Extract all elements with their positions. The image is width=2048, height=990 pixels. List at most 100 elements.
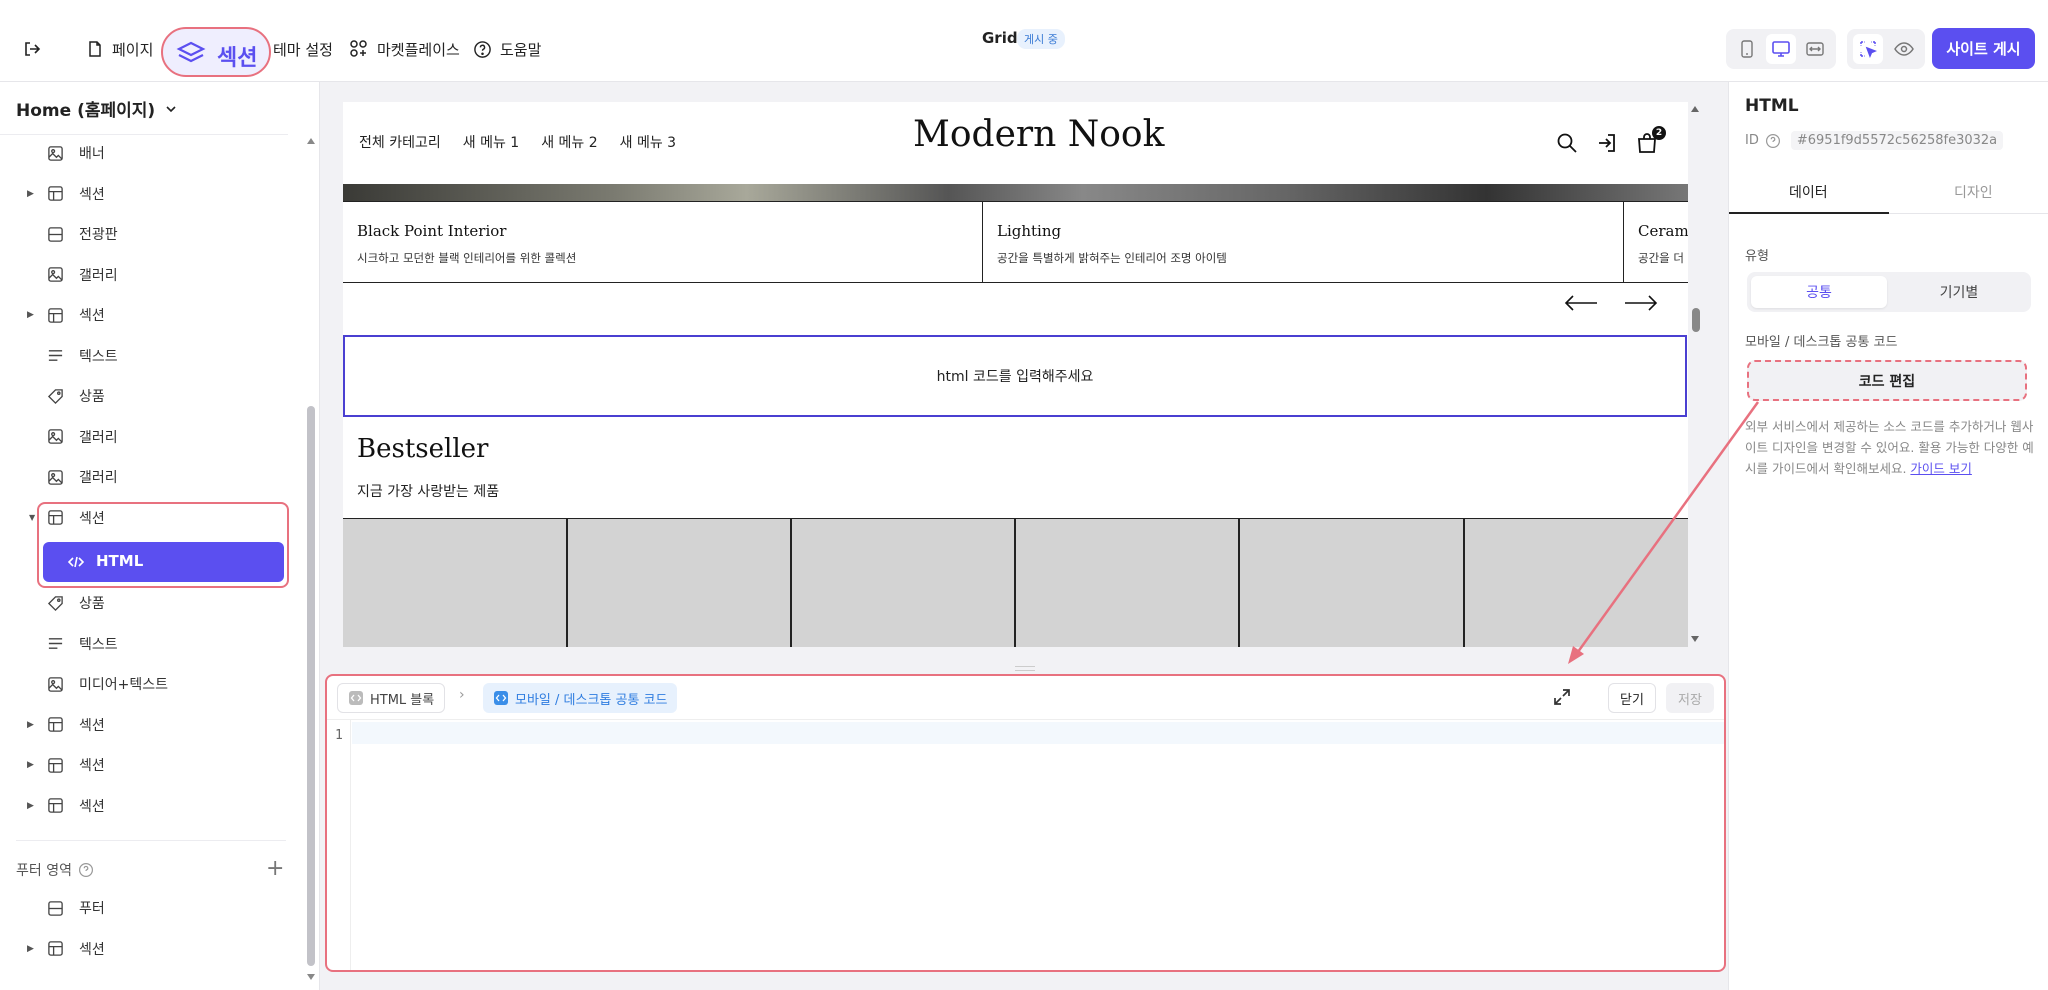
preview-scrollbar[interactable]: [1688, 102, 1702, 647]
eye-icon: [1894, 42, 1914, 56]
publish-site-button[interactable]: 사이트 게시: [1932, 28, 2035, 69]
layout-icon: [46, 185, 64, 203]
category-card[interactable]: Ceramic 공간을 더: [1624, 202, 1688, 282]
page-menu-label: 페이지: [112, 40, 154, 59]
page-menu-button[interactable]: 페이지: [86, 34, 153, 64]
html-placeholder-text: html 코드를 입력해주세요: [936, 369, 1094, 385]
category-card[interactable]: Lighting 공간을 특별하게 밝혀주는 인테리어 조명 아이템: [983, 202, 1624, 282]
layer-item[interactable]: 미디어+텍스트: [0, 666, 288, 702]
breadcrumb-html-block[interactable]: HTML 블록: [337, 683, 446, 713]
card-subtitle: 시크하고 모던한 블랙 인테리어를 위한 콜렉션: [357, 251, 577, 265]
layer-item-label: 섹션: [79, 941, 105, 958]
preview-mode-button[interactable]: [1889, 34, 1919, 64]
nav-item[interactable]: 전체 카테고리: [359, 132, 441, 152]
layer-item[interactable]: 갤러리: [0, 257, 288, 293]
breadcrumb-common-code[interactable]: 모바일 / 데스크톱 공통 코드: [483, 683, 678, 713]
help-label: 도움말: [500, 40, 542, 59]
add-footer-section-button[interactable]: +: [266, 856, 284, 881]
search-icon[interactable]: [1556, 132, 1578, 154]
layer-item[interactable]: ▶ 섹션: [0, 707, 288, 743]
save-code-button[interactable]: 저장: [1666, 683, 1714, 713]
layer-item-label: 섹션: [79, 717, 105, 734]
close-editor-button[interactable]: 닫기: [1608, 683, 1656, 713]
footer-area-heading: 푸터 영역: [16, 860, 94, 880]
sidebar-scroll-thumb[interactable]: [307, 406, 315, 966]
layer-item-label: 갤러리: [79, 429, 118, 446]
tab-data[interactable]: 데이터: [1789, 182, 1828, 202]
tag-icon: [46, 594, 64, 612]
expand-icon[interactable]: [1552, 687, 1572, 707]
site-header-icons: [1556, 132, 1658, 154]
edit-code-button[interactable]: 코드 편집: [1747, 360, 2027, 401]
layer-item[interactable]: 전광판: [0, 216, 288, 252]
card-title: Black Point Interior: [357, 222, 507, 240]
tab-design[interactable]: 디자인: [1954, 182, 1993, 202]
layer-item[interactable]: 갤러리: [0, 419, 288, 455]
annotation-highlight: [37, 502, 289, 588]
category-card[interactable]: Black Point Interior 시크하고 모던한 블랙 인테리어를 위…: [343, 202, 983, 282]
type-label: 유형: [1745, 249, 1769, 264]
carousel-arrows: [1564, 294, 1658, 312]
guide-link[interactable]: 가이드 보기: [1910, 461, 1971, 476]
layer-item[interactable]: ▶ 섹션: [0, 788, 288, 824]
layer-item[interactable]: 배너: [0, 135, 288, 171]
type-common-option[interactable]: 공통: [1751, 276, 1887, 308]
layer-item-label: 푸터: [79, 901, 105, 917]
product-divider: [790, 519, 792, 647]
arrow-right-icon[interactable]: [1624, 294, 1658, 312]
expand-caret-icon[interactable]: ▶: [27, 310, 34, 320]
layer-item[interactable]: 텍스트: [0, 626, 288, 662]
expand-caret-icon[interactable]: ▶: [27, 801, 34, 811]
breadcrumb-label: 모바일 / 데스크톱 공통 코드: [515, 692, 668, 708]
html-block-placeholder[interactable]: html 코드를 입력해주세요: [343, 335, 1687, 417]
layer-item[interactable]: ▶ 섹션: [0, 297, 288, 333]
site-preview[interactable]: 전체 카테고리 새 메뉴 1 새 메뉴 2 새 메뉴 3 Modern Nook…: [343, 102, 1688, 647]
arrow-left-icon[interactable]: [1564, 294, 1598, 312]
expand-caret-icon[interactable]: ▶: [27, 760, 34, 770]
theme-settings-label: 테마 설정: [273, 40, 333, 59]
editor-toolbar: HTML 블록 › 모바일 / 데스크톱 공통 코드 닫기 저장: [327, 676, 1724, 720]
cart-count-badge: 2: [1652, 126, 1666, 140]
layer-item[interactable]: ▶ 섹션: [0, 176, 288, 212]
select-mode-button[interactable]: [1853, 34, 1883, 64]
layer-item[interactable]: 푸터: [0, 890, 288, 926]
html-block-icon: [349, 691, 363, 705]
expand-caret-icon[interactable]: ▶: [27, 720, 34, 730]
nav-item[interactable]: 새 메뉴 3: [620, 132, 676, 152]
section-menu-label: 섹션: [217, 46, 258, 71]
theme-settings-button[interactable]: 테마 설정: [273, 34, 333, 64]
layer-item[interactable]: ▶ 섹션: [0, 931, 288, 967]
page-select[interactable]: Home (홈페이지): [16, 96, 177, 121]
layout-icon: [46, 306, 64, 324]
expand-caret-icon[interactable]: ▶: [27, 189, 34, 199]
layer-item[interactable]: 상품: [0, 585, 288, 621]
layer-item[interactable]: 텍스트: [0, 338, 288, 374]
nav-item[interactable]: 새 메뉴 2: [541, 132, 597, 152]
preview-scroll-thumb[interactable]: [1692, 308, 1700, 332]
tag-icon: [46, 387, 64, 405]
fit-view-button[interactable]: [1800, 34, 1830, 64]
resize-handle[interactable]: [1015, 666, 1035, 671]
layer-item[interactable]: 갤러리: [0, 459, 288, 495]
marketplace-button[interactable]: 마켓플레이스: [349, 34, 460, 64]
help-button[interactable]: 도움말: [473, 34, 541, 64]
cursor-select-icon: [1860, 41, 1877, 58]
type-device-option[interactable]: 기기별: [1891, 276, 2027, 308]
element-id-value[interactable]: #6951f9d5572c56258fe3032a: [1790, 131, 2004, 150]
breadcrumb-label: HTML 블록: [370, 692, 435, 708]
layer-item[interactable]: 상품: [0, 378, 288, 414]
mobile-view-button[interactable]: [1732, 34, 1762, 64]
desktop-view-button[interactable]: [1766, 34, 1796, 64]
nav-item[interactable]: 새 메뉴 1: [463, 132, 519, 152]
expand-caret-icon[interactable]: ▶: [27, 944, 34, 954]
expand-caret-icon[interactable]: ▼: [29, 513, 35, 522]
layer-item[interactable]: ▶ 섹션: [0, 747, 288, 783]
layout-icon: [46, 756, 64, 774]
exit-button[interactable]: [22, 34, 42, 64]
section-menu-button[interactable]: 섹션: [161, 27, 271, 77]
fit-width-icon: [1806, 42, 1824, 56]
chevron-right-icon: ›: [459, 687, 465, 703]
active-line[interactable]: [352, 722, 1724, 744]
page-icon: [89, 41, 101, 57]
login-icon[interactable]: [1596, 132, 1618, 154]
